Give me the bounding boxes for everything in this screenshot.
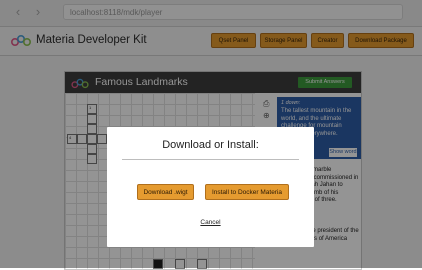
- cancel-link[interactable]: Cancel: [107, 219, 314, 226]
- download-wigt-button[interactable]: Download .wigt: [137, 184, 194, 200]
- dialog-divider: [122, 159, 299, 160]
- download-install-dialog: Download or Install: Download .wigt Inst…: [107, 127, 314, 247]
- install-docker-button[interactable]: Install to Docker Materia: [205, 184, 289, 200]
- dialog-title: Download or Install:: [162, 139, 259, 151]
